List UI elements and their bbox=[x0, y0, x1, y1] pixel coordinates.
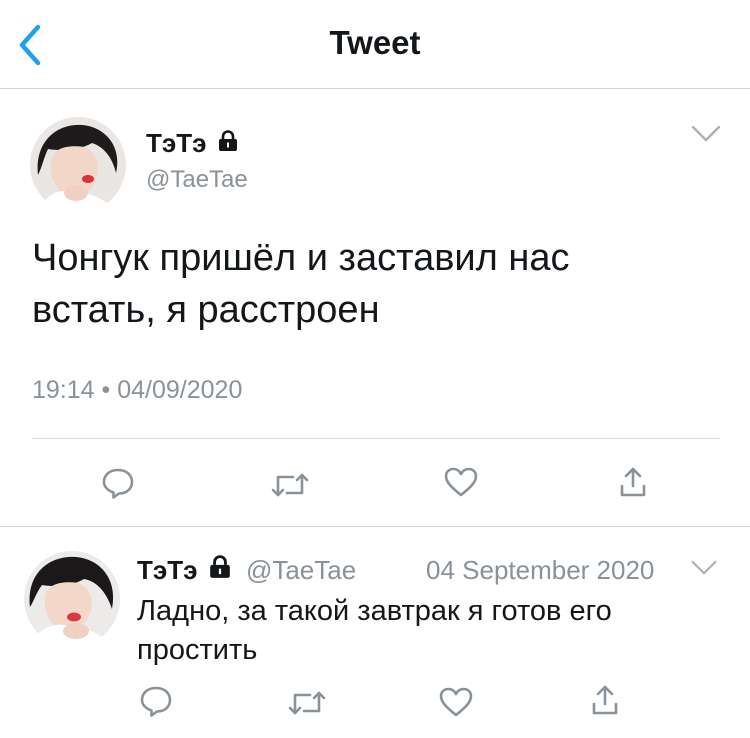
reply-reply-button[interactable] bbox=[139, 684, 173, 718]
author-avatar[interactable] bbox=[30, 117, 126, 213]
share-icon bbox=[620, 467, 646, 497]
reply-menu-button[interactable] bbox=[690, 559, 718, 582]
chevron-down-icon bbox=[691, 125, 721, 142]
divider bbox=[32, 438, 720, 439]
heart-icon bbox=[444, 467, 478, 497]
lock-icon bbox=[209, 555, 231, 585]
tweet-date: 04/09/2020 bbox=[117, 376, 243, 404]
reply-author-avatar[interactable] bbox=[24, 551, 120, 647]
reply-like-button[interactable] bbox=[438, 686, 474, 718]
reply-header-row: ТэТэ @TaeTae bbox=[137, 555, 356, 585]
author-name[interactable]: ТэТэ bbox=[146, 128, 206, 158]
reply-button[interactable] bbox=[101, 466, 135, 500]
tweet-text: Чонгук пришёл и заставил нас встать, я р… bbox=[32, 237, 570, 331]
retweet-icon bbox=[288, 691, 326, 715]
retweet-icon bbox=[271, 473, 309, 497]
reply-icon bbox=[102, 468, 134, 499]
page-title: Tweet bbox=[329, 24, 421, 61]
share-button[interactable] bbox=[618, 466, 648, 498]
reply-retweet-button[interactable] bbox=[288, 688, 326, 718]
reply-icon bbox=[140, 686, 172, 717]
heart-icon bbox=[439, 687, 473, 717]
chevron-down-icon bbox=[691, 560, 717, 575]
meta-separator: • bbox=[101, 376, 111, 404]
lock-icon bbox=[218, 128, 238, 158]
section-divider bbox=[0, 526, 750, 527]
author-name-row: ТэТэ bbox=[146, 128, 238, 158]
reply-text: Ладно, за такой завтрак я готов его прос… bbox=[137, 595, 612, 666]
reply-author-handle[interactable]: @TaeTae bbox=[246, 555, 356, 585]
reply-author-name[interactable]: ТэТэ bbox=[137, 555, 197, 585]
tweet-menu-button[interactable] bbox=[690, 124, 722, 149]
top-bar: Tweet bbox=[0, 0, 750, 89]
like-button[interactable] bbox=[443, 466, 479, 498]
tweet-time: 19:14 bbox=[32, 376, 95, 404]
author-handle[interactable]: @TaeTae bbox=[146, 166, 248, 194]
retweet-button[interactable] bbox=[271, 470, 309, 500]
tweet-timestamp: 19:14 • 04/09/2020 bbox=[32, 376, 242, 405]
share-icon bbox=[592, 685, 618, 715]
reply-date: 04 September 2020 bbox=[426, 555, 655, 585]
reply-share-button[interactable] bbox=[590, 684, 620, 716]
